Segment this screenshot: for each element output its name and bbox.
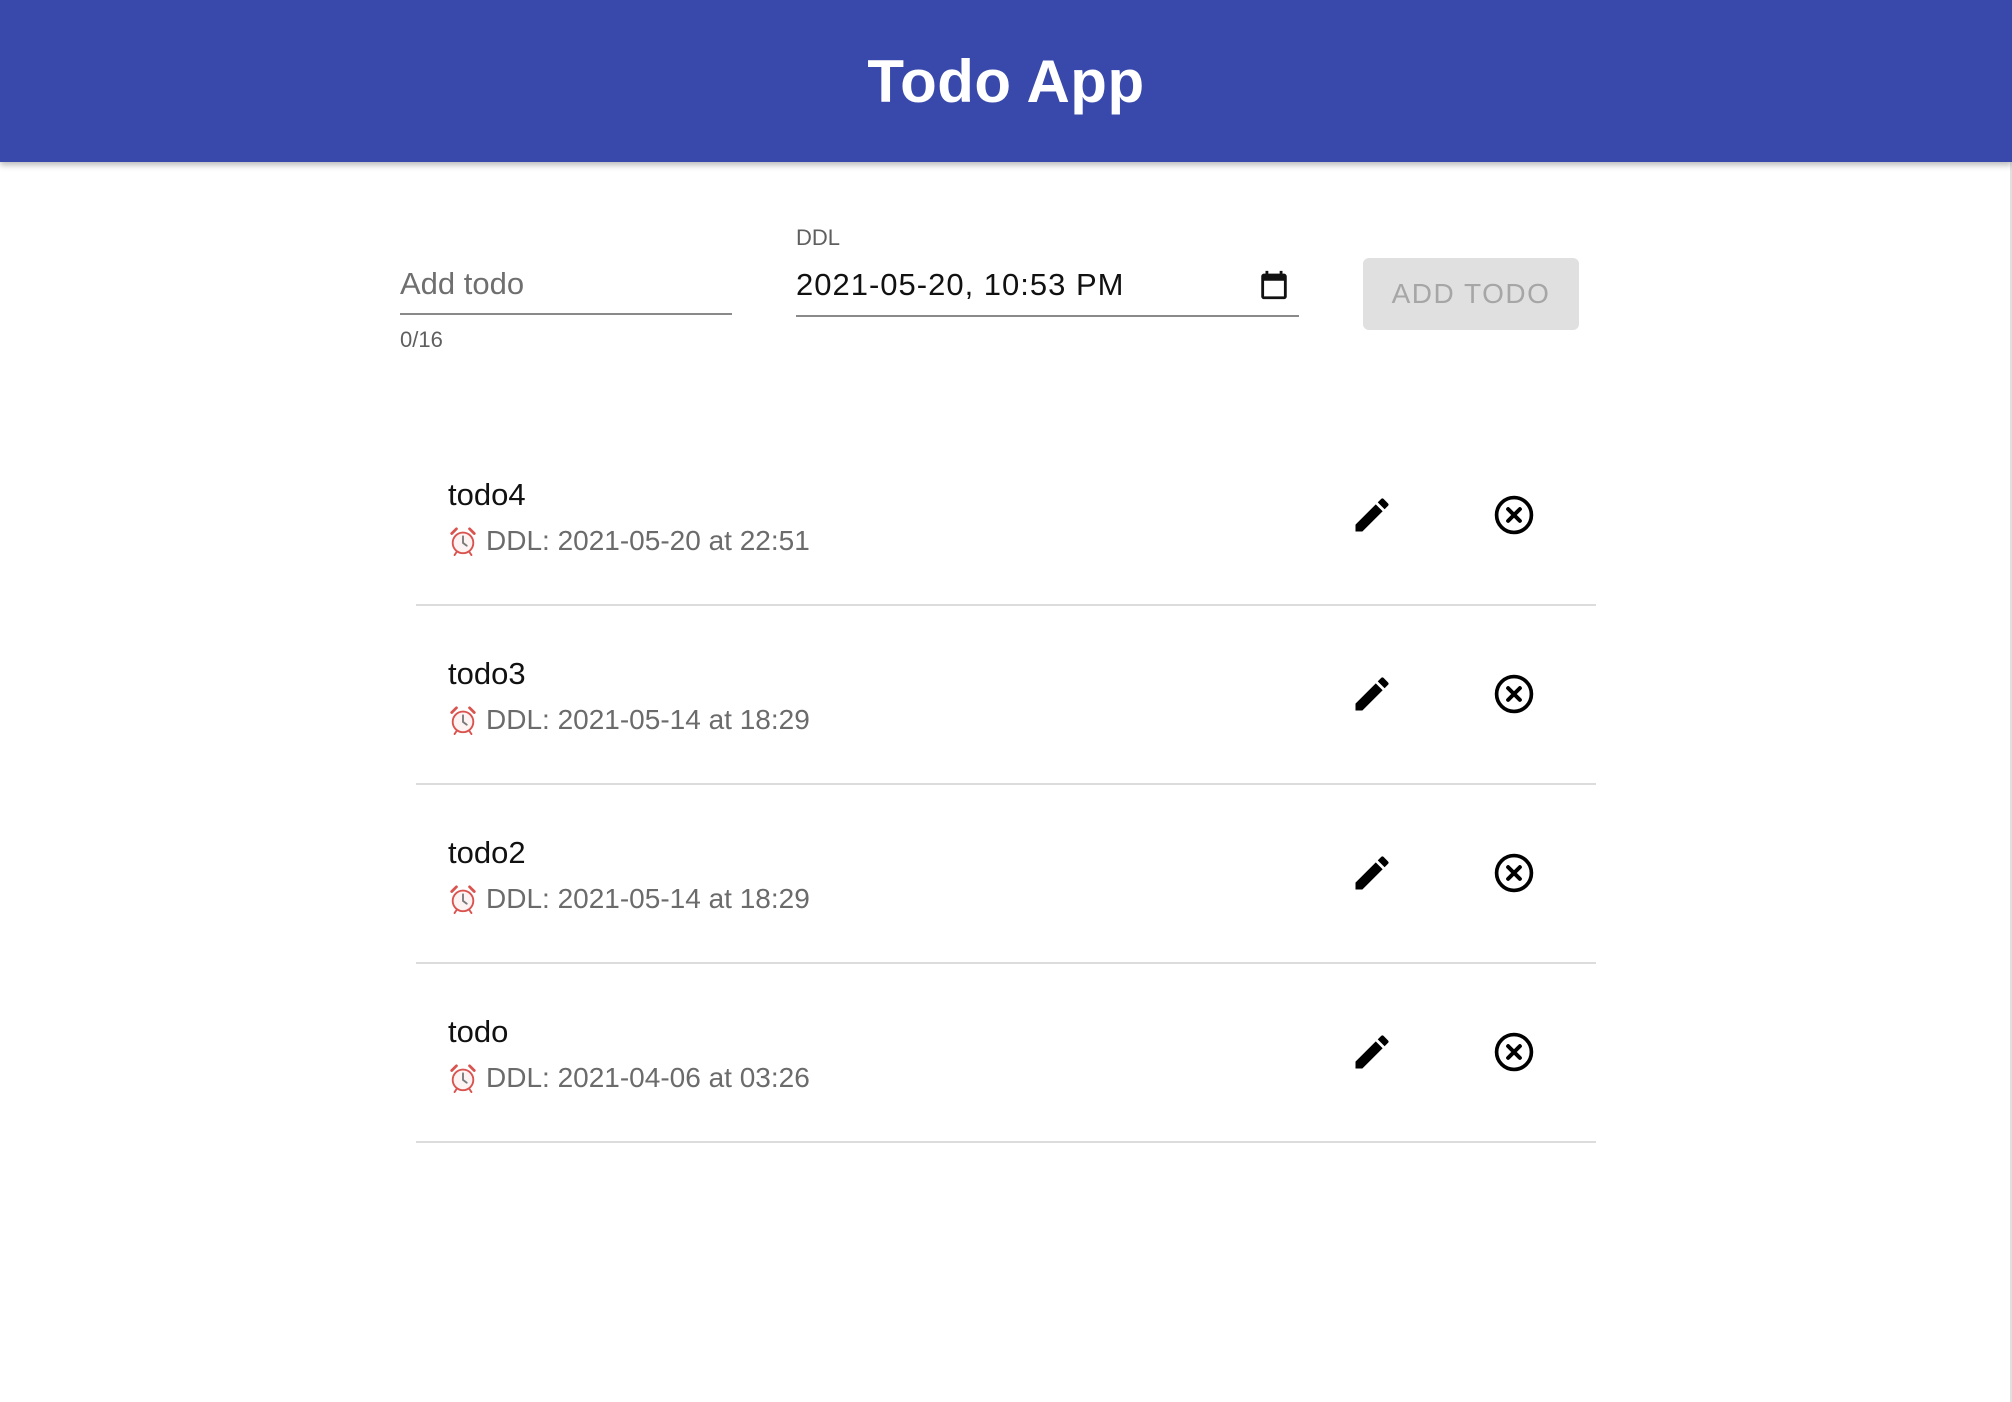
- todo-item-text: todo4 DDL: 2021-05-20 at 22:51: [448, 477, 810, 557]
- alarm-clock-icon: [450, 706, 476, 735]
- todo-name: todo4: [448, 477, 526, 512]
- edit-button[interactable]: [1348, 849, 1396, 897]
- todo-list-item: todo2 DDL: 2021-05-14 at 18:29: [416, 785, 1596, 964]
- todo-list: todo4 DDL: 2021-05-20 at 22:51 todo3 DDL…: [416, 427, 1596, 1143]
- add-todo-input[interactable]: [400, 255, 732, 315]
- edit-icon: [1355, 1035, 1389, 1069]
- todo-item-text: todo2 DDL: 2021-05-14 at 18:29: [448, 835, 810, 915]
- todo-item-text: todo3 DDL: 2021-05-14 at 18:29: [448, 656, 810, 736]
- calendar-icon[interactable]: [1257, 267, 1291, 303]
- alarm-clock-icon: [450, 1064, 476, 1093]
- todo-name: todo2: [448, 835, 526, 870]
- todo-list-item: todo4 DDL: 2021-05-20 at 22:51: [416, 427, 1596, 606]
- edit-icon: [1355, 856, 1389, 890]
- todo-name: todo3: [448, 656, 526, 691]
- todo-name: todo: [448, 1014, 509, 1049]
- ddl-label: DDL: [796, 225, 841, 250]
- delete-icon: [1494, 853, 1534, 893]
- edit-button[interactable]: [1348, 491, 1396, 539]
- delete-icon: [1494, 495, 1534, 535]
- todo-deadline: DDL: 2021-05-14 at 18:29: [448, 704, 810, 736]
- alarm-clock-icon: [450, 527, 476, 556]
- edit-button[interactable]: [1348, 670, 1396, 718]
- ddl-value: 2021-05-20, 10:53 PM: [796, 267, 1125, 302]
- add-todo-button[interactable]: ADD TODO: [1363, 258, 1579, 330]
- edit-icon: [1355, 677, 1389, 711]
- todo-list-item: todo DDL: 2021-04-06 at 03:26: [416, 964, 1596, 1143]
- todo-deadline: DDL: 2021-05-14 at 18:29: [448, 883, 810, 915]
- app-title: Todo App: [867, 47, 1145, 115]
- delete-button[interactable]: [1490, 1028, 1538, 1076]
- ddl-datetime-input[interactable]: 2021-05-20, 10:53 PM: [796, 255, 1299, 317]
- edit-icon: [1355, 498, 1389, 532]
- todo-app-page: Todo App 0/16 DDL 2021-05-20, 10:53 PM A…: [0, 0, 2012, 1402]
- ddl-field: DDL 2021-05-20, 10:53 PM: [796, 225, 1299, 317]
- todo-deadline: DDL: 2021-05-20 at 22:51: [448, 525, 810, 557]
- todo-list-item: todo3 DDL: 2021-05-14 at 18:29: [416, 606, 1596, 785]
- todo-item-text: todo DDL: 2021-04-06 at 03:26: [448, 1014, 810, 1094]
- delete-icon: [1494, 674, 1534, 714]
- delete-button[interactable]: [1490, 491, 1538, 539]
- todo-deadline-text: DDL: 2021-05-20 at 22:51: [486, 525, 810, 556]
- edit-button[interactable]: [1348, 1028, 1396, 1076]
- delete-button[interactable]: [1490, 849, 1538, 897]
- delete-icon: [1494, 1032, 1534, 1072]
- todo-deadline-text: DDL: 2021-04-06 at 03:26: [486, 1062, 810, 1093]
- delete-button[interactable]: [1490, 670, 1538, 718]
- app-bar: Todo App: [0, 0, 2012, 162]
- todo-deadline-text: DDL: 2021-05-14 at 18:29: [486, 883, 810, 914]
- character-counter: 0/16: [400, 327, 443, 352]
- add-todo-field: 0/16: [400, 255, 732, 353]
- todo-deadline-text: DDL: 2021-05-14 at 18:29: [486, 704, 810, 735]
- alarm-clock-icon: [450, 885, 476, 914]
- todo-deadline: DDL: 2021-04-06 at 03:26: [448, 1062, 810, 1094]
